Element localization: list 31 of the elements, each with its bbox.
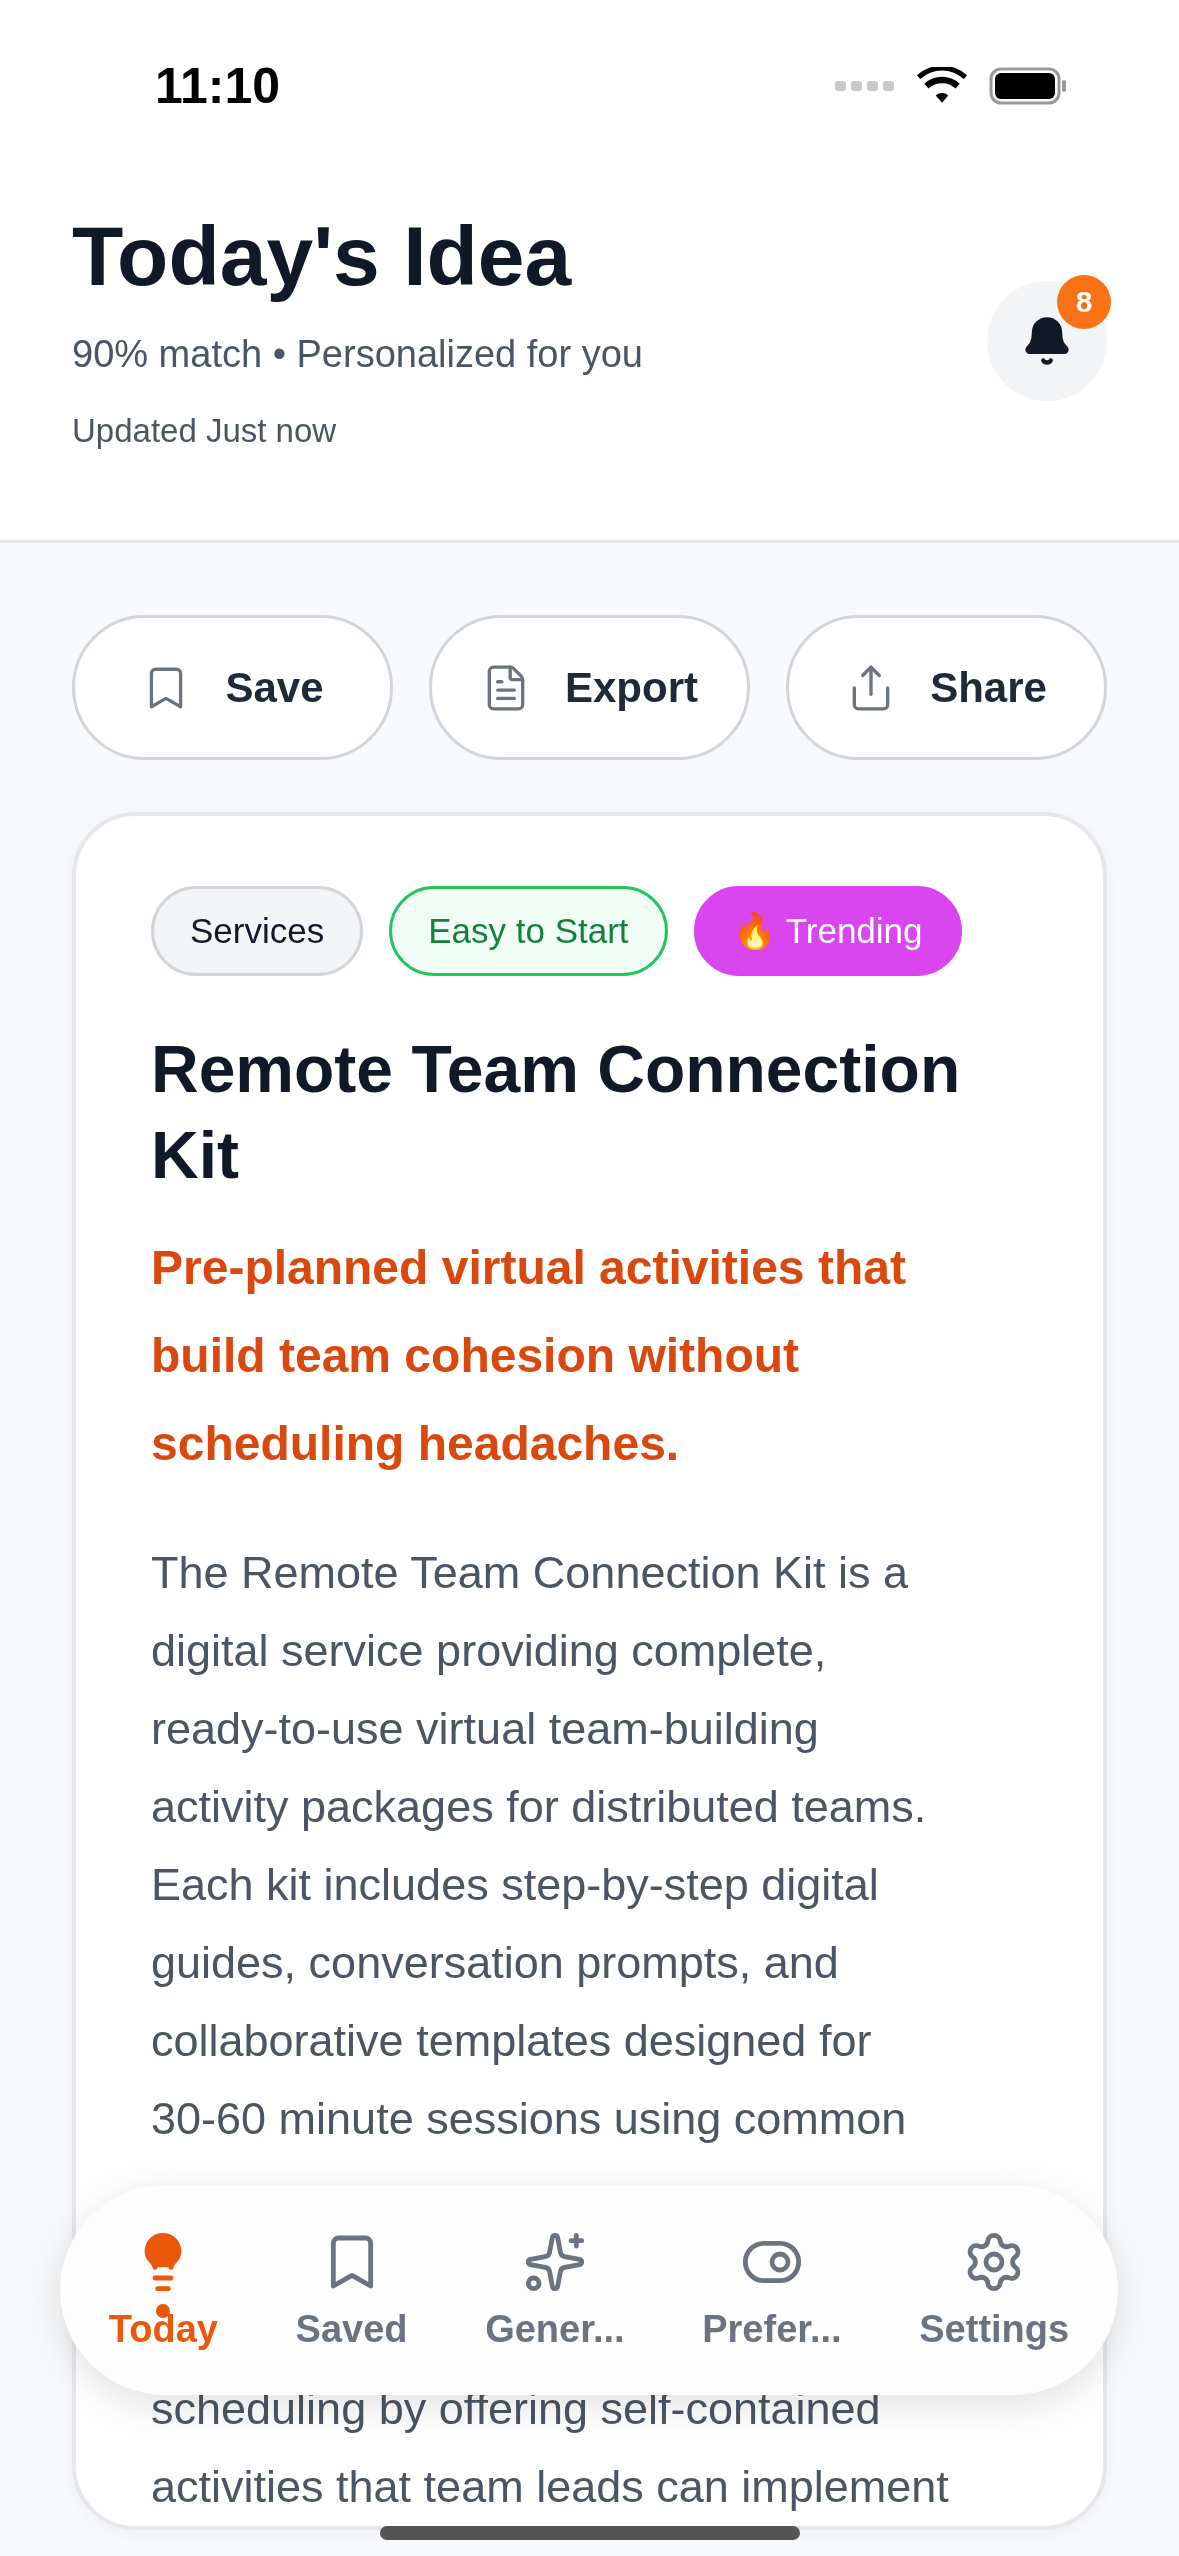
page-title: Today's Idea: [72, 208, 573, 305]
signal-icon: [835, 79, 895, 93]
description-line: activity packages for distributed teams.: [151, 1780, 927, 1835]
notification-badge: 8: [1057, 275, 1111, 330]
description-line: guides, conversation prompts, and: [151, 1936, 839, 1991]
description-line: 30-60 minute sessions using common: [151, 2092, 907, 2147]
tab-item[interactable]: Gener...: [485, 2229, 625, 2351]
idea-tag: Services: [151, 886, 364, 977]
description-line: digital service providing complete,: [151, 1624, 827, 1679]
description-line: Each kit includes step-by-step digital: [151, 1858, 879, 1913]
export-button[interactable]: Export: [429, 615, 750, 761]
tab-item[interactable]: Today: [108, 2229, 218, 2351]
idea-title: Remote Team Connection Kit: [151, 1031, 962, 1195]
wifi-icon: [917, 67, 967, 105]
save-button[interactable]: Save: [72, 615, 393, 761]
match-subtitle: 90% match • Personalized for you: [72, 333, 643, 377]
tab-item[interactable]: Settings: [919, 2229, 1070, 2351]
status-time: 11:10: [155, 57, 281, 115]
tab-item[interactable]: Prefer...: [702, 2229, 842, 2351]
battery-icon: [989, 67, 1069, 105]
updated-label: Updated Just now: [72, 412, 338, 451]
description-line: scheduling by offering self-contained: [151, 2382, 881, 2437]
idea-tag: Easy to Start: [389, 886, 668, 977]
idea-tagline: Pre-planned virtual activities that build team cohesion without scheduling headaches.: [151, 1240, 907, 1473]
description-line: collaborative templates designed for: [151, 2014, 872, 2069]
share-button[interactable]: Share: [786, 615, 1107, 761]
tab-item[interactable]: Saved: [295, 2229, 408, 2351]
description-line: activities that team leads can implement: [151, 2460, 949, 2515]
description-line: ready-to-use virtual team-building: [151, 1702, 819, 1757]
description-line: The Remote Team Connection Kit is a: [151, 1546, 909, 1601]
trending-tag: 🔥 Trending: [693, 886, 962, 977]
